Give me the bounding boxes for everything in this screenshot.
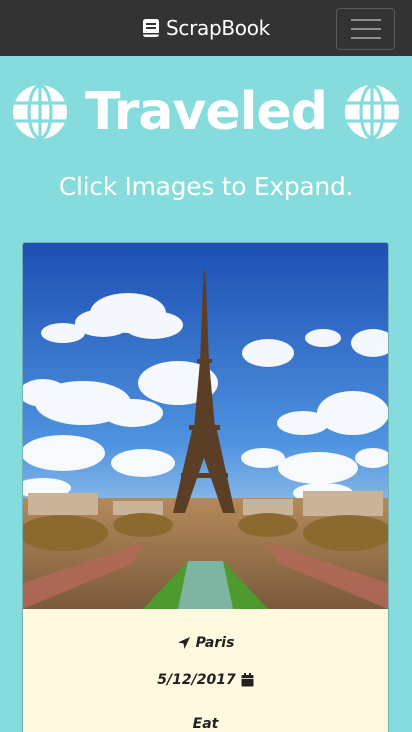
card-location: Paris xyxy=(23,635,388,651)
page-subtitle: Click Images to Expand. xyxy=(58,172,354,201)
brand-name: ScrapBook xyxy=(166,16,270,40)
card-category: Eat xyxy=(23,716,388,732)
card-date-text: 5/12/2017 xyxy=(157,672,236,688)
calendar-icon xyxy=(241,673,254,687)
card-location-text: Paris xyxy=(195,635,235,651)
navbar: ScrapBook xyxy=(0,0,412,56)
brand-link[interactable]: ScrapBook xyxy=(142,16,270,40)
book-icon xyxy=(143,19,160,37)
page-header: Traveled xyxy=(0,80,412,144)
card-image[interactable] xyxy=(23,243,388,609)
location-arrow-icon xyxy=(177,637,190,649)
card-date: 5/12/2017 xyxy=(23,672,388,688)
card-category-text: Eat xyxy=(192,716,219,732)
page-title: Traveled xyxy=(85,82,328,142)
globe-icon xyxy=(13,84,67,140)
globe-icon xyxy=(344,84,399,140)
hamburger-icon xyxy=(350,19,381,39)
travel-card: Paris 5/12/2017 Eat xyxy=(22,242,389,732)
navbar-toggle-button[interactable] xyxy=(336,8,395,50)
